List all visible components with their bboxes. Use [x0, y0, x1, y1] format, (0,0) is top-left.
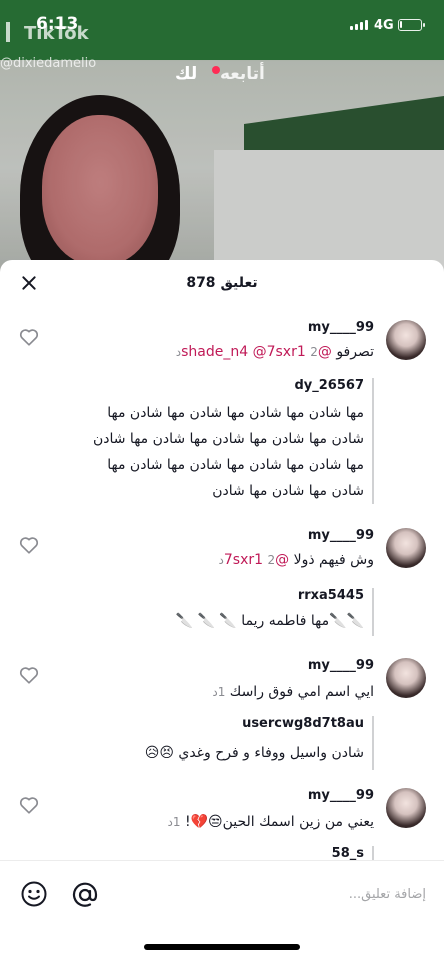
- status-bar: 6:13 4G: [0, 0, 444, 48]
- avatar[interactable]: [386, 788, 426, 828]
- reply-username[interactable]: usercwg8d7t8au: [242, 716, 364, 731]
- comment-time: 1د: [167, 815, 181, 829]
- network-type: 4G: [374, 18, 394, 33]
- comment-time: 1د: [212, 685, 226, 699]
- comment-body: يعني من زين اسمك الحين😒💔!: [184, 814, 374, 830]
- comment-username[interactable]: my____99: [308, 788, 374, 803]
- tab-for-you[interactable]: لك: [175, 64, 197, 84]
- comment-input-bar: [0, 860, 444, 930]
- comment-username[interactable]: my____99: [308, 320, 374, 335]
- reply-divider: [372, 378, 374, 504]
- reply-divider: [372, 716, 374, 770]
- status-time: 6:13: [36, 14, 79, 34]
- tab-following[interactable]: أتابعه: [220, 64, 265, 84]
- comment-body: وش فيهم ذولا: [293, 552, 374, 568]
- reply-text: شادن واسيل ووفاء و فرح وغدي 😣😥: [145, 740, 364, 766]
- reply-text: مها شادن مها شادن مها شادن مها شادن مها …: [93, 400, 364, 504]
- avatar[interactable]: [386, 528, 426, 568]
- reply-line: مها شادن مها شادن مها شادن مها شادن مها: [107, 405, 364, 421]
- like-heart-icon[interactable]: [18, 534, 40, 556]
- battery-level: [400, 21, 402, 28]
- reply-line: شادن واسيل ووفاء و فرح وغدي 😣😥: [144, 745, 364, 761]
- feed-tabs: لك أتابعه: [0, 64, 444, 88]
- comment-input[interactable]: [166, 881, 426, 907]
- comment-text: وش فيهم ذولا @7sxr1 2د: [219, 552, 374, 568]
- comment-username[interactable]: my____99: [308, 528, 374, 543]
- comment-text: تصرفو @shade_n4 @7sxr1 2د: [176, 344, 374, 360]
- like-heart-icon[interactable]: [18, 326, 40, 348]
- comment-text: ايي اسم امي فوق راسك 1د: [212, 684, 374, 700]
- comment-body: تصرفو: [336, 344, 374, 360]
- emoji-icon[interactable]: [20, 880, 48, 908]
- comment-mention[interactable]: @7sxr1: [253, 344, 306, 360]
- reply-username[interactable]: rrxa5445: [298, 588, 364, 603]
- avatar[interactable]: [386, 320, 426, 360]
- mention-at-icon[interactable]: [70, 880, 100, 910]
- avatar[interactable]: [386, 658, 426, 698]
- reply-line: 🔪🔪مها فاطمه ريما 🔪 🔪 🔪: [175, 613, 364, 629]
- reply-line: مها شادن مها شادن مها شادن مها شادن مها: [107, 457, 364, 473]
- reply-username[interactable]: 58_s: [332, 846, 364, 861]
- comments-header: 878 تعليق: [0, 260, 444, 308]
- home-indicator[interactable]: [144, 944, 300, 950]
- reply-text: 🔪🔪مها فاطمه ريما 🔪 🔪 🔪: [176, 608, 364, 634]
- like-heart-icon[interactable]: [18, 794, 40, 816]
- signal-icon: [350, 20, 368, 30]
- comment-mention[interactable]: @7sxr1: [224, 552, 289, 568]
- following-notification-dot: [212, 66, 220, 74]
- comment-text: يعني من زين اسمك الحين😒💔! 1د: [168, 814, 374, 830]
- like-heart-icon[interactable]: [18, 664, 40, 686]
- comment-username[interactable]: my____99: [308, 658, 374, 673]
- comments-sheet: 878 تعليق my____99 تصرفو @shade_n4 @7sxr…: [0, 260, 444, 960]
- comments-count-title: 878 تعليق: [186, 275, 258, 291]
- comment-body: ايي اسم امي فوق راسك: [229, 684, 374, 700]
- reply-line: شادن مها شادن مها شادن مها شادن مها شادن: [92, 431, 364, 447]
- reply-divider: [372, 846, 374, 860]
- reply-divider: [372, 588, 374, 636]
- battery-icon: [398, 19, 425, 31]
- reply-username[interactable]: dy_26567: [294, 378, 364, 393]
- reply-line: شادن مها شادن مها شادن: [212, 483, 364, 499]
